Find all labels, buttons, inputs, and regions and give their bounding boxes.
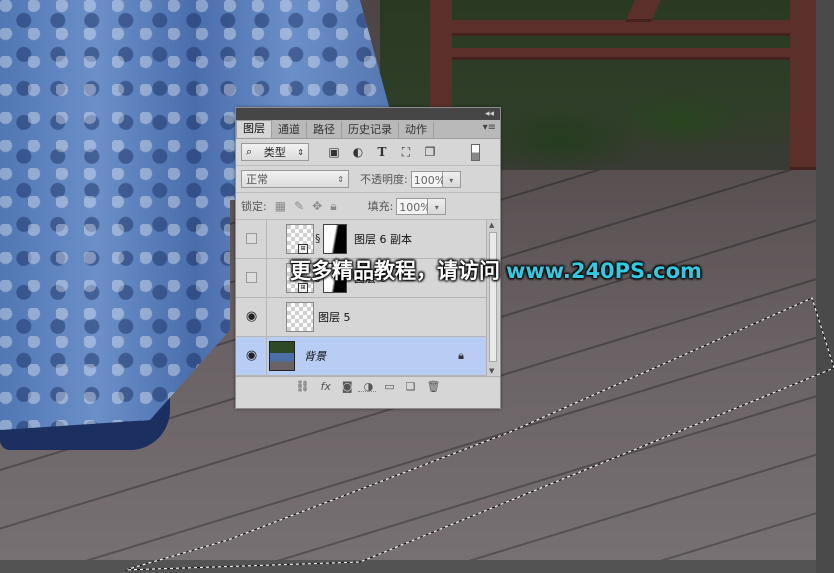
layer-name[interactable]: 背景 — [304, 348, 326, 364]
opacity-input[interactable]: 100% — [410, 170, 445, 188]
opacity-label: 不透明度: — [360, 173, 408, 186]
filter-toggle[interactable] — [471, 144, 480, 161]
layer-mask-thumbnail[interactable] — [323, 224, 347, 254]
visibility-toggle[interactable]: ◉ — [236, 298, 267, 336]
panel-title-bar[interactable]: ◂◂ — [236, 108, 500, 120]
visibility-toggle[interactable]: ◉ — [236, 337, 267, 375]
scroll-down-icon[interactable]: ▼ — [489, 367, 494, 375]
filter-kind-select[interactable]: ⌕ 类型 ⇕ — [241, 143, 309, 161]
adjustment-filter-icon[interactable]: ◐ — [351, 145, 365, 159]
blend-mode-select[interactable]: 正常 ⇕ — [241, 170, 349, 188]
mask-icon[interactable]: ◙ — [342, 380, 353, 393]
panel-menu-icon[interactable]: ▾≡ — [483, 122, 496, 133]
layer-row-6-copy[interactable]: ⊞ § 图层 6 副本 — [236, 220, 486, 259]
layer-name[interactable]: 图层 5 — [318, 309, 351, 325]
image-filter-icon[interactable]: ▣ — [327, 145, 341, 159]
scroll-up-icon[interactable]: ▲ — [489, 221, 494, 229]
filter-row: ⌕ 类型 ⇕ ▣ ◐ T ⛶ ❐ — [236, 139, 500, 166]
blend-row: 正常 ⇕ 不透明度: 100% ▾ — [236, 166, 500, 193]
tab-layers[interactable]: 图层 — [236, 120, 272, 138]
tab-channels[interactable]: 通道 — [272, 122, 307, 138]
canvas-horizontal-scrollbar[interactable] — [0, 560, 816, 573]
visibility-toggle[interactable] — [236, 259, 267, 297]
lock-label: 锁定: — [241, 200, 267, 213]
type-filter-icon[interactable]: T — [375, 145, 389, 159]
layer-thumbnail — [269, 341, 295, 371]
link-mask-icon[interactable]: § — [315, 232, 321, 245]
resize-grip[interactable] — [358, 391, 376, 395]
updown-icon: ⇕ — [297, 147, 304, 157]
tab-actions[interactable]: 动作 — [399, 122, 434, 138]
smart-object-icon: ⊞ — [298, 244, 308, 254]
shape-filter-icon[interactable]: ⛶ — [399, 145, 413, 159]
layer-row-background[interactable]: ◉ 背景 🔒︎ — [236, 337, 486, 376]
lock-icon: 🔒︎ — [458, 349, 464, 362]
blend-mode-value: 正常 — [246, 173, 268, 186]
updown-icon: ⇕ — [337, 174, 344, 184]
layer-list-scrollbar[interactable]: ▲ ▼ — [486, 220, 499, 376]
panel-bottom-bar: ⛓ fx ◙ ◑ ▭ ❏ 🗑︎ — [236, 376, 500, 395]
eye-icon[interactable]: ◉ — [244, 309, 259, 324]
opacity-dropdown-icon[interactable]: ▾ — [442, 170, 461, 188]
eye-icon[interactable]: ◉ — [244, 348, 259, 363]
layer-list: ⊞ § 图层 6 副本 ⊞ § 图层 6 ◉ 图层 5 ◉ 背景 🔒︎ ▲ ▼ — [236, 220, 500, 376]
collapse-panel-icon[interactable]: ◂◂ — [485, 109, 494, 119]
fill-label: 填充: — [367, 200, 394, 213]
lock-image-icon[interactable]: ✎ — [294, 199, 304, 213]
fx-icon[interactable]: fx — [321, 380, 331, 393]
lock-position-icon[interactable]: ✥ — [312, 199, 322, 213]
layer-row-5[interactable]: ◉ 图层 5 — [236, 298, 486, 337]
watermark: 更多精品教程，请访问 www.240PS.com — [290, 255, 702, 285]
tab-history[interactable]: 历史记录 — [342, 122, 399, 138]
visibility-toggle[interactable] — [236, 220, 267, 258]
layer-name[interactable]: 图层 6 副本 — [354, 231, 412, 247]
watermark-url: www.240PS.com — [506, 259, 702, 283]
canvas-vertical-scrollbar[interactable] — [816, 0, 834, 573]
smart-object-filter-icon[interactable]: ❐ — [423, 145, 437, 159]
lock-row: 锁定: ▦ ✎ ✥ 🔒︎ 填充: 100% ▾ — [236, 193, 500, 220]
lock-transparency-icon[interactable]: ▦ — [275, 199, 286, 213]
scrollbar-thumb[interactable] — [489, 232, 497, 362]
new-layer-icon[interactable]: ❏ — [406, 380, 416, 393]
lock-all-icon[interactable]: 🔒︎ — [330, 199, 336, 214]
fill-dropdown-icon[interactable]: ▾ — [428, 197, 447, 215]
layer-thumbnail — [286, 302, 314, 332]
search-icon: ⌕ — [246, 145, 253, 158]
tab-paths[interactable]: 路径 — [307, 122, 342, 138]
hidden-visibility-box[interactable] — [246, 233, 257, 244]
filter-kind-label: 类型 — [263, 146, 286, 159]
watermark-text: 更多精品教程，请访问 — [290, 259, 500, 283]
trash-icon[interactable]: 🗑︎ — [426, 380, 440, 393]
hidden-visibility-box[interactable] — [246, 272, 257, 283]
link-icon[interactable]: ⛓ — [296, 380, 310, 393]
panel-tabs: 图层 通道 路径 历史记录 动作 ▾≡ — [236, 120, 500, 139]
folder-icon[interactable]: ▭ — [384, 380, 394, 393]
fill-input[interactable]: 100% — [396, 197, 431, 215]
